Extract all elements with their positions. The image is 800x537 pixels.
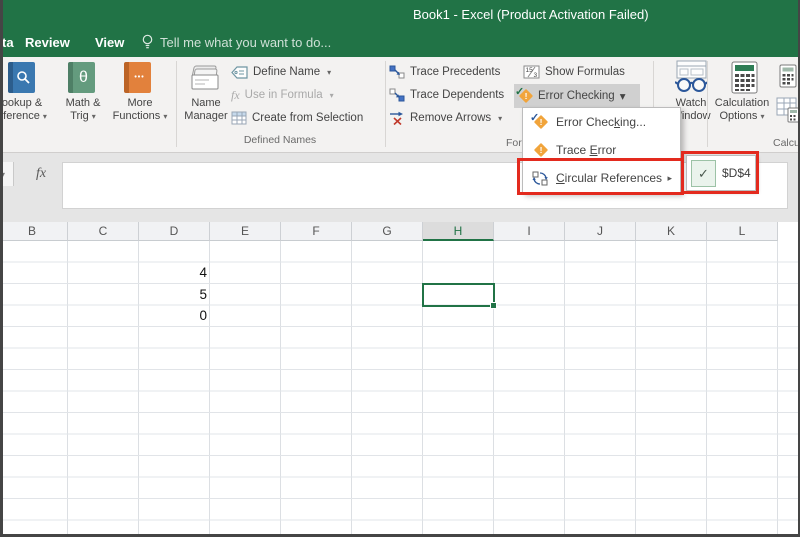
- math-trig-label-2: Trig: [70, 110, 89, 122]
- circular-references-submenu: ✓ $D$4: [686, 155, 756, 191]
- trace-precedents-icon: [389, 65, 405, 79]
- menu-item-circular-references[interactable]: Circular References ▸: [523, 164, 680, 192]
- calculation-options-dropdown-arrow: ▾: [760, 112, 764, 121]
- create-from-selection-label: Create from Selection: [252, 112, 363, 124]
- create-from-selection-button[interactable]: Create from Selection: [231, 109, 363, 127]
- trace-error-icon: !: [532, 143, 548, 158]
- svg-text:15: 15: [526, 67, 534, 74]
- column-header-e[interactable]: E: [210, 222, 281, 241]
- column-header-l[interactable]: L: [707, 222, 778, 241]
- trace-precedents-button[interactable]: Trace Precedents: [389, 63, 500, 81]
- error-checking-label: Error Checking: [538, 90, 615, 102]
- name-manager-label-1: Name: [191, 97, 220, 109]
- lookup-reference-label-2: eference: [0, 110, 40, 122]
- calculation-group-label-fragment: Calcu: [773, 137, 800, 149]
- title-bar: Book1 - Excel (Product Activation Failed…: [0, 0, 800, 28]
- column-header-d[interactable]: D: [139, 222, 210, 241]
- math-trig-icon: θ: [68, 62, 95, 93]
- calculation-options-label-1: Calculation: [715, 97, 769, 109]
- show-formulas-icon: 15 3: [523, 65, 540, 79]
- show-formulas-button[interactable]: 15 3 Show Formulas: [523, 63, 625, 81]
- column-headers: B C D E F G H I J K L: [0, 222, 800, 241]
- remove-arrows-button[interactable]: Remove Arrows ▾: [389, 109, 502, 127]
- menu-item-trace-error[interactable]: ! Trace Error: [523, 136, 680, 164]
- tab-view[interactable]: View: [95, 35, 124, 50]
- defined-names-group-label: Defined Names: [200, 134, 360, 146]
- remove-arrows-label: Remove Arrows: [410, 112, 491, 124]
- menu-item-error-checking[interactable]: ! ✓ Error Checking...: [523, 108, 680, 136]
- create-from-selection-icon: [231, 111, 247, 125]
- column-header-b[interactable]: B: [0, 222, 68, 241]
- column-header-g[interactable]: G: [352, 222, 423, 241]
- use-in-formula-label: Use in Formula: [245, 89, 323, 101]
- svg-text:3: 3: [534, 72, 538, 79]
- column-header-c[interactable]: C: [68, 222, 139, 241]
- calculation-options-label-2: Options: [720, 110, 758, 122]
- group-divider: [385, 61, 386, 147]
- calculate-sheet-button[interactable]: [776, 97, 800, 123]
- selected-cell[interactable]: [422, 283, 495, 307]
- submenu-item-cell-reference[interactable]: $D$4: [722, 156, 751, 190]
- circular-references-icon: [532, 171, 548, 186]
- formula-auditing-group-label-fragment: For: [506, 137, 522, 149]
- insert-function-button[interactable]: fx: [24, 162, 58, 186]
- more-functions-label-1: More: [127, 97, 152, 109]
- error-checking-dropdown-menu: ! ✓ Error Checking... ! Trace Error: [522, 107, 681, 193]
- remove-arrows-dropdown-arrow: ▾: [498, 114, 502, 123]
- more-functions-icon: •••: [124, 62, 151, 93]
- column-header-j[interactable]: J: [565, 222, 636, 241]
- calculation-options-icon: [731, 61, 758, 94]
- cell-d-value-3[interactable]: 0: [142, 305, 207, 326]
- name-box[interactable]: ▾: [0, 162, 14, 186]
- error-checking-button[interactable]: ! ✓ Error Checking ▾: [514, 84, 640, 108]
- lightbulb-icon: [141, 34, 154, 51]
- use-in-formula-button[interactable]: fx Use in Formula ▾: [231, 86, 334, 104]
- excel-window: Book1 - Excel (Product Activation Failed…: [0, 0, 800, 537]
- column-header-h-selected[interactable]: H: [423, 222, 494, 241]
- remove-arrows-icon: [389, 111, 405, 125]
- worksheet-grid[interactable]: [0, 241, 800, 537]
- cell-d-value-1[interactable]: 4: [142, 262, 207, 283]
- show-formulas-label: Show Formulas: [545, 66, 625, 78]
- trace-precedents-label: Trace Precedents: [410, 66, 500, 78]
- define-name-button[interactable]: Define Name ▾: [231, 63, 331, 81]
- trace-dependents-icon: [389, 88, 405, 102]
- tell-me-box[interactable]: Tell me what you want to do...: [160, 35, 331, 50]
- name-box-arrow: ▾: [1, 170, 5, 179]
- define-name-label: Define Name: [253, 66, 320, 78]
- name-manager-label-2: Manager: [184, 110, 227, 122]
- ribbon-tab-row: ta Review View Tell me what you want to …: [0, 28, 800, 57]
- window-title: Book1 - Excel (Product Activation Failed…: [413, 7, 649, 22]
- calculate-now-button[interactable]: [779, 64, 799, 88]
- define-name-icon: [231, 66, 248, 79]
- trace-dependents-label: Trace Dependents: [410, 89, 504, 101]
- lookup-reference-icon: [8, 62, 35, 93]
- error-checking-dropdown-arrow: ▾: [620, 89, 626, 103]
- error-checking-icon: ! ✓: [517, 89, 533, 104]
- column-header-k[interactable]: K: [636, 222, 707, 241]
- use-in-formula-dropdown-arrow: ▾: [330, 91, 334, 100]
- error-checking-menu-icon: ! ✓: [532, 115, 548, 130]
- submenu-arrow-icon: ▸: [667, 173, 672, 184]
- tab-review[interactable]: Review: [25, 35, 70, 50]
- use-in-formula-icon: fx: [231, 88, 240, 103]
- fill-handle[interactable]: [490, 302, 497, 309]
- watch-window-icon: [675, 60, 708, 94]
- tab-data-partial[interactable]: ta: [2, 35, 14, 50]
- column-header-i[interactable]: I: [494, 222, 565, 241]
- define-name-dropdown-arrow: ▾: [327, 68, 331, 77]
- checked-icon: ✓: [691, 160, 716, 187]
- column-header-f[interactable]: F: [281, 222, 352, 241]
- trace-dependents-button[interactable]: Trace Dependents: [389, 86, 504, 104]
- name-manager-icon: [187, 63, 223, 93]
- more-functions-label-2: Functions: [113, 110, 161, 122]
- cell-d-value-2[interactable]: 5: [142, 284, 207, 305]
